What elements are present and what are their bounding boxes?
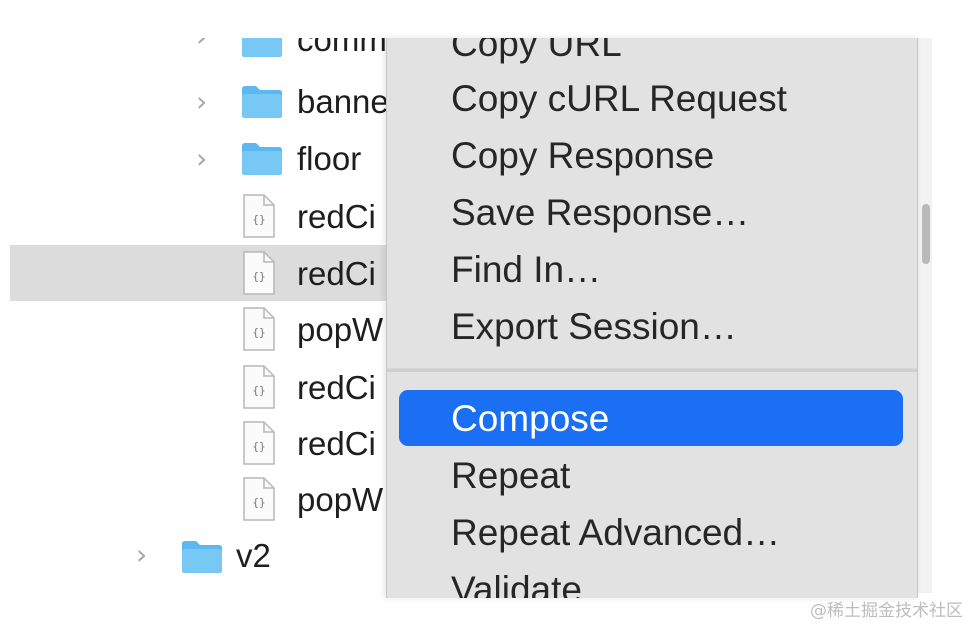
menu-item-copy-url[interactable]: Copy URL bbox=[451, 38, 622, 66]
menu-item-repeat[interactable]: Repeat bbox=[451, 454, 570, 498]
scrollbar-track[interactable] bbox=[916, 38, 932, 593]
json-file-icon: {} bbox=[243, 477, 275, 521]
folder-icon bbox=[242, 38, 282, 57]
tree-item-label: comm bbox=[297, 38, 387, 58]
tree-item-label: redCi bbox=[297, 369, 376, 406]
tree-item-label: redCi bbox=[297, 425, 376, 462]
chevron-right-icon[interactable]: › bbox=[196, 144, 214, 174]
json-file-icon: {} bbox=[243, 365, 275, 409]
context-menu: Copy URL Copy cURL Request Copy Response… bbox=[386, 38, 918, 598]
tree-item-label: v2 bbox=[236, 537, 271, 574]
tree-item-label: floor bbox=[297, 140, 362, 177]
menu-separator bbox=[387, 368, 917, 372]
file-glyph: {} bbox=[252, 440, 265, 453]
json-file-icon: {} bbox=[243, 194, 275, 238]
menu-item-find-in[interactable]: Find In… bbox=[451, 248, 601, 292]
folder-icon bbox=[242, 86, 282, 118]
chevron-right-icon[interactable]: › bbox=[136, 540, 154, 570]
file-glyph: {} bbox=[252, 384, 265, 397]
tree-item-label: popW bbox=[297, 311, 384, 348]
file-glyph: {} bbox=[252, 326, 265, 339]
folder-icon bbox=[182, 541, 222, 573]
menu-item-copy-curl-request[interactable]: Copy cURL Request bbox=[451, 77, 787, 121]
chevron-right-icon[interactable]: › bbox=[196, 38, 214, 52]
menu-item-copy-response[interactable]: Copy Response bbox=[451, 134, 714, 178]
tree-item-label: popW bbox=[297, 481, 384, 518]
menu-item-export-session[interactable]: Export Session… bbox=[451, 305, 737, 349]
json-file-icon: {} bbox=[243, 421, 275, 465]
tree-item-label: redCi bbox=[297, 198, 376, 235]
chevron-right-icon[interactable]: › bbox=[196, 87, 214, 117]
menu-item-repeat-advanced[interactable]: Repeat Advanced… bbox=[451, 511, 780, 555]
menu-item-validate[interactable]: Validate bbox=[451, 568, 582, 598]
tree-item-label: banne bbox=[297, 83, 389, 120]
tree-item-label: redCi bbox=[297, 255, 376, 292]
scrollbar-thumb[interactable] bbox=[922, 204, 930, 264]
json-file-icon: {} bbox=[243, 307, 275, 351]
menu-item-save-response[interactable]: Save Response… bbox=[451, 191, 749, 235]
folder-icon bbox=[242, 143, 282, 175]
app-window: › comm › banne › floor bbox=[0, 0, 978, 624]
file-glyph: {} bbox=[252, 270, 265, 283]
file-glyph: {} bbox=[252, 496, 265, 509]
file-glyph: {} bbox=[252, 213, 265, 226]
watermark: @稀土掘金技术社区 bbox=[810, 601, 963, 621]
menu-item-compose[interactable]: Compose bbox=[451, 397, 609, 441]
json-file-icon: {} bbox=[243, 251, 275, 295]
